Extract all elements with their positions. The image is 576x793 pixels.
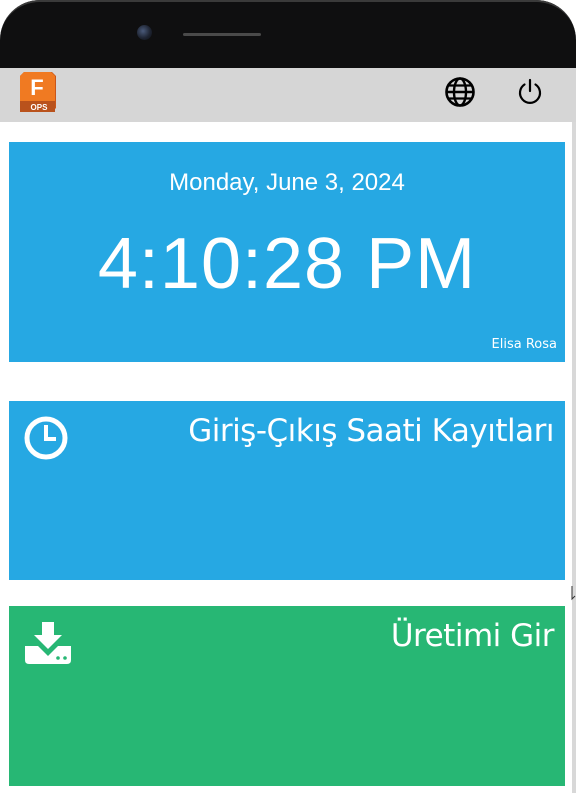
production-tile-title: Üretimi Gir [390, 618, 555, 654]
logo-letter: F [30, 75, 43, 100]
earpiece-speaker [183, 33, 261, 36]
logo-caption: OPS [31, 103, 49, 112]
attendance-records-tile[interactable]: Giriş-Çıkış Saati Kayıtları [9, 401, 565, 580]
clock-icon [24, 416, 68, 460]
scrollbar-track[interactable] [572, 122, 576, 793]
enter-production-tile[interactable]: Üretimi Gir [9, 606, 565, 786]
current-date: Monday, June 3, 2024 [169, 169, 405, 196]
front-camera [137, 25, 152, 40]
globe-icon[interactable] [444, 76, 476, 108]
mouse-cursor-icon [571, 586, 576, 601]
attendance-tile-title: Giriş-Çıkış Saati Kayıtları [188, 413, 554, 449]
app-logo[interactable]: F OPS [18, 71, 57, 113]
clock-card: Monday, June 3, 2024 4:10:28 PM Elisa Ro… [9, 142, 565, 362]
user-name: Elisa Rosa [491, 337, 557, 352]
current-time: 4:10:28 PM [97, 224, 477, 304]
app-header: F OPS [0, 68, 576, 122]
device-frame-top [0, 0, 576, 68]
download-icon [25, 622, 71, 664]
power-icon[interactable] [515, 77, 545, 107]
